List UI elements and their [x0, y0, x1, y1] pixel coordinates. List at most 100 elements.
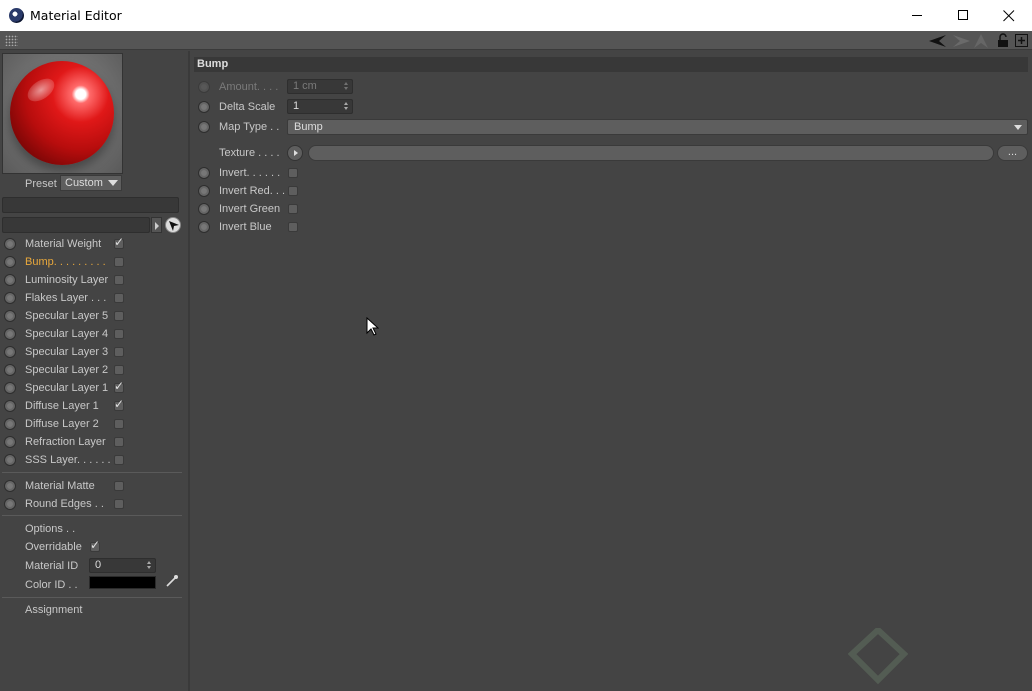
options-row[interactable]: Options . . [0, 520, 188, 538]
divider [2, 515, 182, 516]
invert-green-label: Invert Green [219, 203, 281, 215]
channel-row[interactable]: Material Weight ✓ [0, 235, 188, 253]
channel-keyframe-radio[interactable] [4, 364, 16, 376]
channel-checkbox[interactable] [114, 275, 124, 285]
channel-checkbox[interactable] [114, 329, 124, 339]
channel-keyframe-radio[interactable] [4, 238, 16, 250]
channel-checkbox[interactable] [114, 293, 124, 303]
channel-row[interactable]: Luminosity Layer [0, 271, 188, 289]
channel-checkbox[interactable] [114, 419, 124, 429]
checkmark-icon: ✓ [114, 379, 125, 393]
amount-label: Amount. . . . [219, 81, 279, 93]
channel-row[interactable]: Specular Layer 5 [0, 307, 188, 325]
channel-row[interactable]: SSS Layer. . . . . . [0, 451, 188, 469]
back-arrow-icon[interactable] [929, 32, 947, 49]
color-id-swatch[interactable] [89, 576, 156, 589]
channel-keyframe-radio[interactable] [4, 454, 16, 466]
channel-row[interactable]: Specular Layer 2 [0, 361, 188, 379]
new-panel-icon[interactable] [1014, 32, 1029, 49]
channel-checkbox[interactable] [114, 481, 124, 491]
channel-keyframe-radio[interactable] [4, 274, 16, 286]
channel-keyframe-radio[interactable] [4, 256, 16, 268]
material-preview[interactable] [2, 53, 123, 174]
invert-blue-checkbox[interactable] [288, 222, 298, 232]
channel-label: Flakes Layer . . . [25, 292, 107, 304]
channel-checkbox[interactable] [114, 311, 124, 321]
minimize-button[interactable] [894, 0, 940, 31]
extra-channel-row[interactable]: Material Matte [0, 477, 188, 495]
preset-dropdown[interactable]: Custom [60, 175, 122, 191]
spinner-arrows-icon[interactable] [344, 82, 349, 91]
channel-row[interactable]: Flakes Layer . . . [0, 289, 188, 307]
material-name-field[interactable] [2, 197, 179, 213]
texture-menu-button[interactable] [287, 145, 303, 161]
lock-icon[interactable] [995, 32, 1011, 49]
channel-keyframe-radio[interactable] [4, 328, 16, 340]
amount-keyframe-radio[interactable] [198, 81, 210, 93]
material-id-field[interactable]: 0 [89, 558, 156, 573]
channel-keyframe-radio[interactable] [4, 292, 16, 304]
channel-label: SSS Layer. . . . . . [25, 454, 111, 466]
channel-row[interactable]: Specular Layer 4 [0, 325, 188, 343]
invert-red-row: Invert Red. . . [192, 182, 1030, 200]
channel-label: Specular Layer 4 [25, 328, 109, 340]
assignment-row[interactable]: Assignment [0, 601, 188, 619]
amount-field[interactable]: 1 cm [287, 79, 353, 94]
channel-checkbox[interactable] [114, 365, 124, 375]
invert-red-checkbox[interactable] [288, 186, 298, 196]
material-id-row: Material ID 0 [0, 557, 188, 575]
channel-row[interactable]: Bump. . . . . . . . . [0, 253, 188, 271]
channel-keyframe-radio[interactable] [4, 400, 16, 412]
map-type-dropdown[interactable]: Bump [287, 119, 1028, 135]
channel-checkbox[interactable] [114, 455, 124, 465]
checkmark-icon: ✓ [90, 538, 101, 552]
delta-scale-field[interactable]: 1 [287, 99, 353, 114]
channel-keyframe-radio[interactable] [4, 498, 16, 510]
section-header: Bump [194, 57, 1028, 72]
channel-keyframe-radio[interactable] [4, 310, 16, 322]
invert-blue-keyframe-radio[interactable] [198, 221, 210, 233]
search-arrow-button[interactable] [151, 217, 162, 233]
watermark-logo [847, 625, 909, 691]
options-label: Options . . [25, 523, 76, 535]
delta-scale-keyframe-radio[interactable] [198, 101, 210, 113]
overridable-row: Overridable ✓ [0, 538, 188, 556]
channel-keyframe-radio[interactable] [4, 346, 16, 358]
spinner-arrows-icon[interactable] [344, 102, 349, 111]
forward-arrow-icon[interactable] [950, 32, 970, 49]
channel-row[interactable]: Specular Layer 1 ✓ [0, 379, 188, 397]
map-type-keyframe-radio[interactable] [198, 121, 210, 133]
texture-browse-button[interactable]: ... [997, 145, 1028, 161]
up-arrow-icon[interactable] [973, 32, 989, 49]
mouse-cursor-icon [366, 316, 380, 339]
channel-checkbox[interactable] [114, 437, 124, 447]
invert-green-keyframe-radio[interactable] [198, 203, 210, 215]
channel-row[interactable]: Diffuse Layer 2 [0, 415, 188, 433]
invert-keyframe-radio[interactable] [198, 167, 210, 179]
channel-checkbox[interactable] [114, 499, 124, 509]
invert-green-checkbox[interactable] [288, 204, 298, 214]
channel-keyframe-radio[interactable] [4, 382, 16, 394]
spinner-arrows-icon[interactable] [147, 561, 152, 570]
eyedropper-icon[interactable] [165, 574, 179, 591]
close-button[interactable] [986, 0, 1032, 31]
channel-keyframe-radio[interactable] [4, 418, 16, 430]
maximize-button[interactable] [940, 0, 986, 31]
extra-channel-row[interactable]: Round Edges . . [0, 495, 188, 513]
channel-row[interactable]: Refraction Layer [0, 433, 188, 451]
minimize-icon [911, 15, 922, 16]
texture-slot[interactable] [308, 145, 994, 161]
channel-checkbox[interactable] [114, 347, 124, 357]
channel-keyframe-radio[interactable] [4, 480, 16, 492]
channel-keyframe-radio[interactable] [4, 436, 16, 448]
channel-row[interactable]: Diffuse Layer 1 ✓ [0, 397, 188, 415]
grip-icon[interactable] [5, 35, 18, 46]
invert-checkbox[interactable] [288, 168, 298, 178]
channel-row[interactable]: Specular Layer 3 [0, 343, 188, 361]
channel-label: Specular Layer 3 [25, 346, 109, 358]
channel-checkbox[interactable] [114, 257, 124, 267]
channel-label: Refraction Layer [25, 436, 106, 448]
search-input[interactable] [2, 217, 150, 233]
invert-red-keyframe-radio[interactable] [198, 185, 210, 197]
pick-object-button[interactable] [165, 217, 181, 233]
